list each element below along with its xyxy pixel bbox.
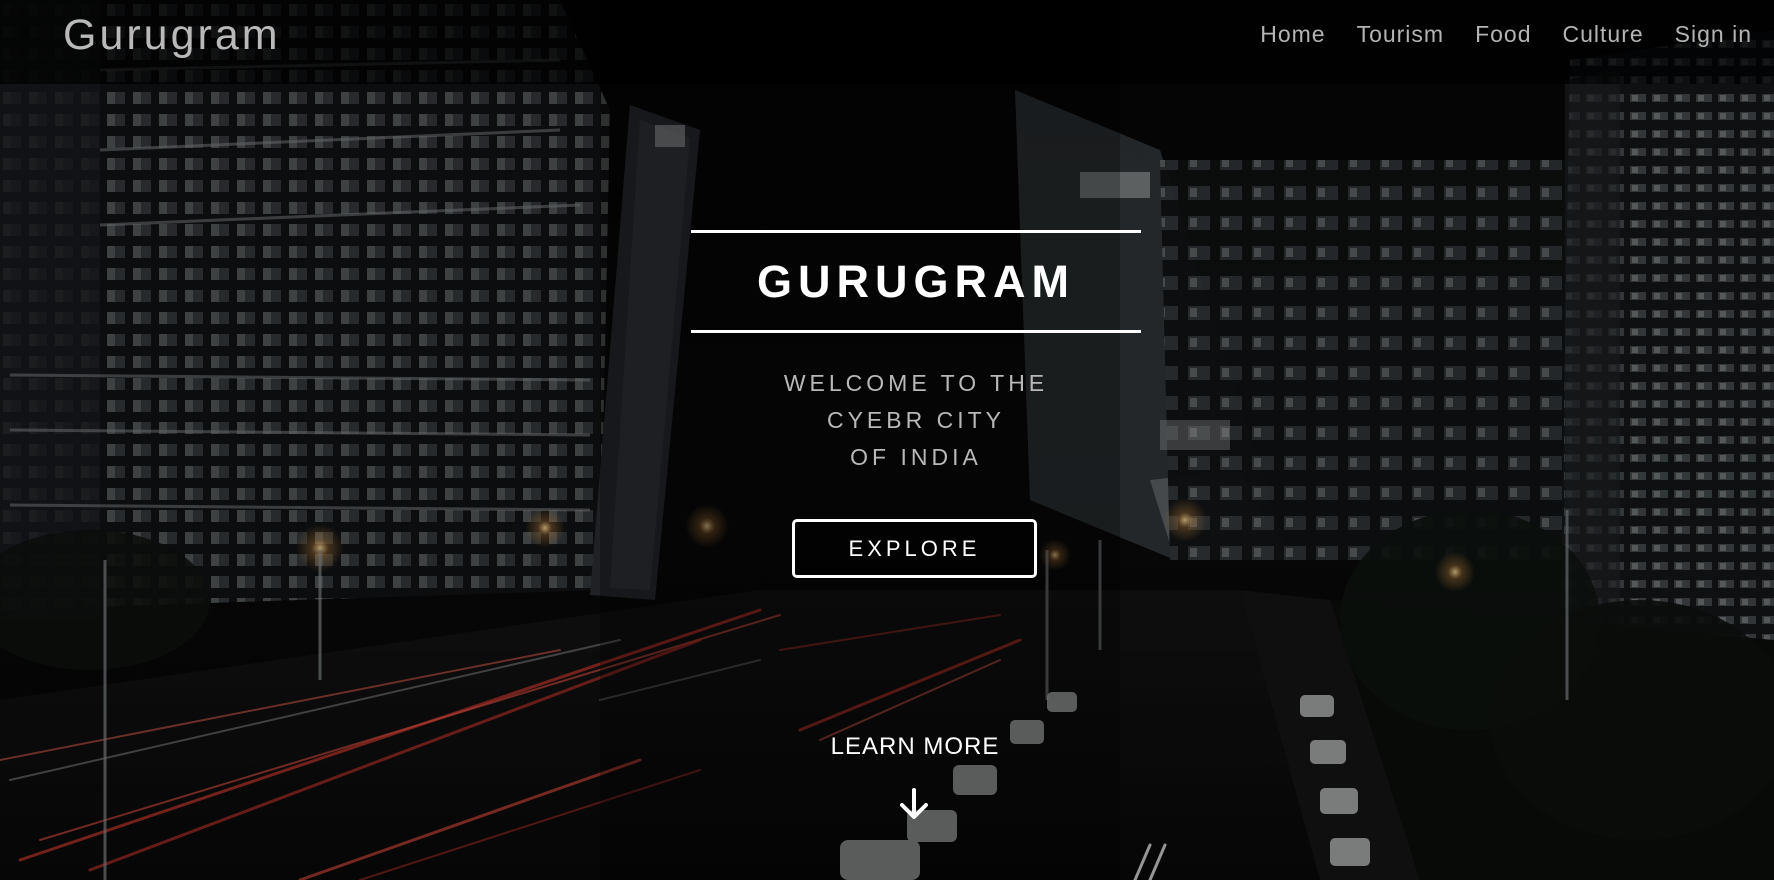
main-nav: Home Tourism Food Culture Sign in <box>1260 21 1752 48</box>
hero-title-bottom-rule <box>691 330 1141 333</box>
hero-tagline-line-3: OF INDIA <box>850 444 982 470</box>
learn-more-link[interactable]: LEARN MORE <box>766 733 1064 761</box>
hero-title: GURUGRAM <box>757 256 1075 307</box>
explore-button[interactable]: EXPLORE <box>792 519 1037 578</box>
arrow-down-icon[interactable] <box>897 788 931 820</box>
hero-title-top-rule <box>691 230 1141 233</box>
hero-tagline: WELCOME TO THE CYEBR CITY OF INDIA <box>691 365 1141 476</box>
nav-link-home[interactable]: Home <box>1260 21 1325 48</box>
nav-link-food[interactable]: Food <box>1475 21 1531 48</box>
landing-page: Gurugram Home Tourism Food Culture Sign … <box>0 0 1774 880</box>
nav-link-culture[interactable]: Culture <box>1563 21 1644 48</box>
hero-tagline-line-2: CYEBR CITY <box>826 407 1006 433</box>
brand-logo[interactable]: Gurugram <box>63 11 281 60</box>
nav-link-tourism[interactable]: Tourism <box>1357 21 1445 48</box>
top-navbar: Gurugram Home Tourism Food Culture Sign … <box>0 0 1774 84</box>
hero-tagline-line-1: WELCOME TO THE <box>783 370 1049 396</box>
nav-link-sign-in[interactable]: Sign in <box>1675 21 1752 48</box>
